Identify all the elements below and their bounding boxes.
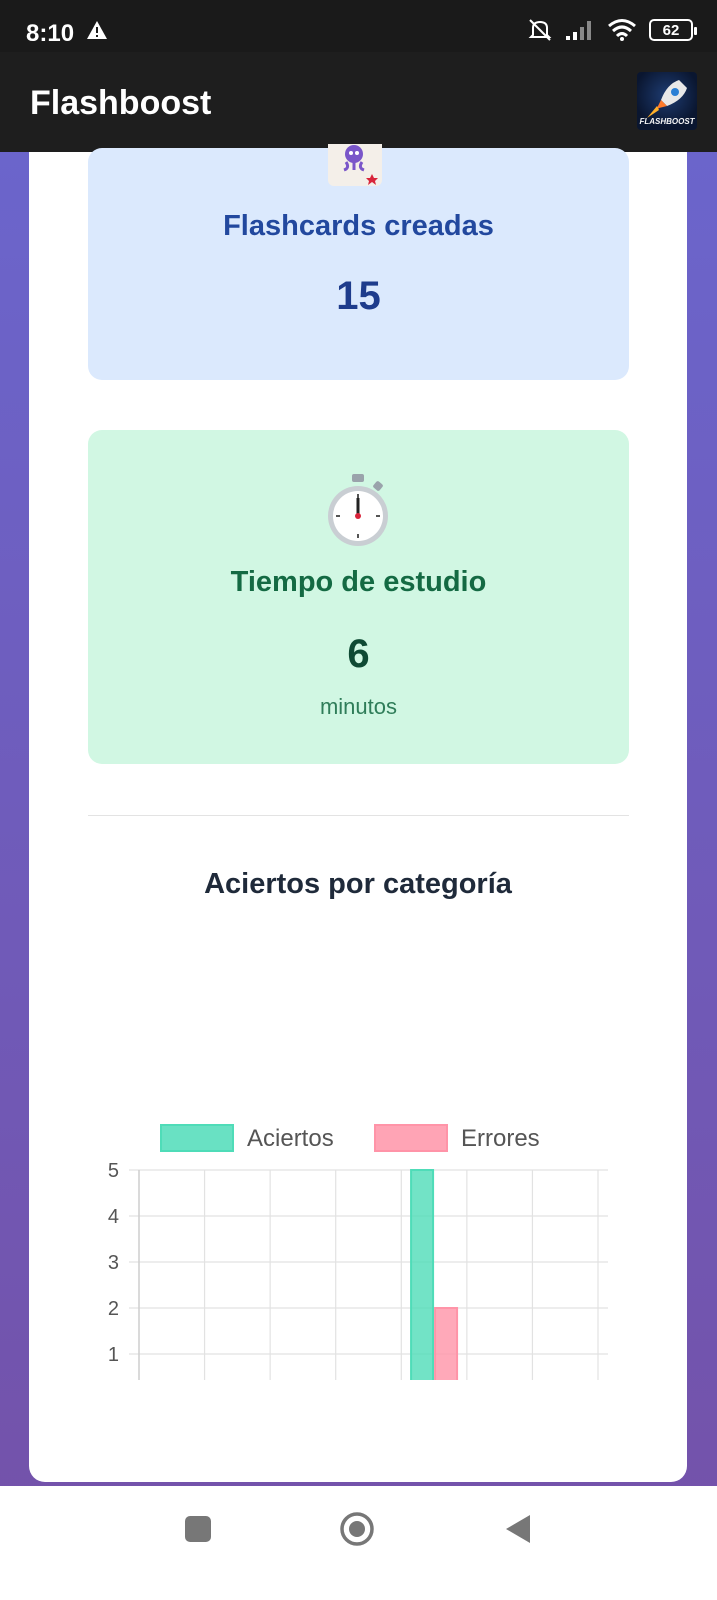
legend-swatch-aciertos bbox=[160, 1124, 234, 1152]
home-icon[interactable] bbox=[338, 1510, 376, 1548]
wifi-icon bbox=[608, 19, 636, 41]
flashcards-stat: Flashcards creadas 15 bbox=[88, 144, 629, 380]
app-logo[interactable]: FLASHBOOST bbox=[637, 72, 697, 130]
chart-title: Aciertos por categoría bbox=[204, 868, 512, 900]
back-icon[interactable] bbox=[503, 1512, 533, 1546]
study-time-stat: Tiempo de estudio 6 minutos bbox=[88, 430, 629, 764]
study-time-unit: minutos bbox=[319, 694, 398, 719]
y-tick-label: 5 bbox=[108, 1160, 119, 1182]
status-icons: 62 bbox=[527, 18, 697, 42]
y-tick-label: 2 bbox=[108, 1298, 119, 1320]
flashcards-label: Flashcards creadas bbox=[223, 210, 494, 242]
study-time-label: Tiempo de estudio bbox=[230, 566, 487, 598]
stats-card: Flashcards creadas 15 Tiempo de estudio … bbox=[29, 144, 687, 1482]
app-title: Flashboost bbox=[30, 84, 212, 122]
navigation-bar bbox=[0, 1486, 717, 1600]
bar-chart: AciertosErrores012345MatemáticasCienciaA… bbox=[108, 1124, 608, 1380]
y-tick-label: 3 bbox=[108, 1252, 119, 1274]
signal-icon bbox=[566, 21, 591, 40]
bar-aciertos-historia bbox=[410, 1169, 435, 1380]
warning-icon bbox=[87, 21, 107, 39]
battery-icon: 62 bbox=[649, 19, 697, 41]
status-time: 8:10 bbox=[26, 20, 75, 47]
bar-errores-historia bbox=[434, 1307, 459, 1380]
battery-level: 62 bbox=[662, 21, 680, 39]
status-bar: 8:10 62 bbox=[0, 0, 717, 52]
flashcard-icon bbox=[328, 144, 382, 186]
study-time-value: 6 bbox=[347, 632, 370, 676]
y-tick-label: 1 bbox=[108, 1344, 119, 1366]
divider bbox=[88, 815, 629, 816]
y-tick-label: 4 bbox=[108, 1206, 119, 1228]
stopwatch-icon bbox=[328, 474, 388, 546]
legend-label-aciertos: Aciertos bbox=[247, 1125, 334, 1152]
legend-swatch-errores bbox=[374, 1124, 448, 1152]
flashcards-value: 15 bbox=[336, 274, 381, 318]
app-bar: Flashboost FLASHBOOST bbox=[0, 52, 717, 152]
recent-apps-icon[interactable] bbox=[183, 1514, 213, 1544]
mute-icon bbox=[528, 19, 552, 41]
legend-label-errores: Errores bbox=[461, 1125, 540, 1152]
app-logo-text: FLASHBOOST bbox=[639, 117, 695, 126]
